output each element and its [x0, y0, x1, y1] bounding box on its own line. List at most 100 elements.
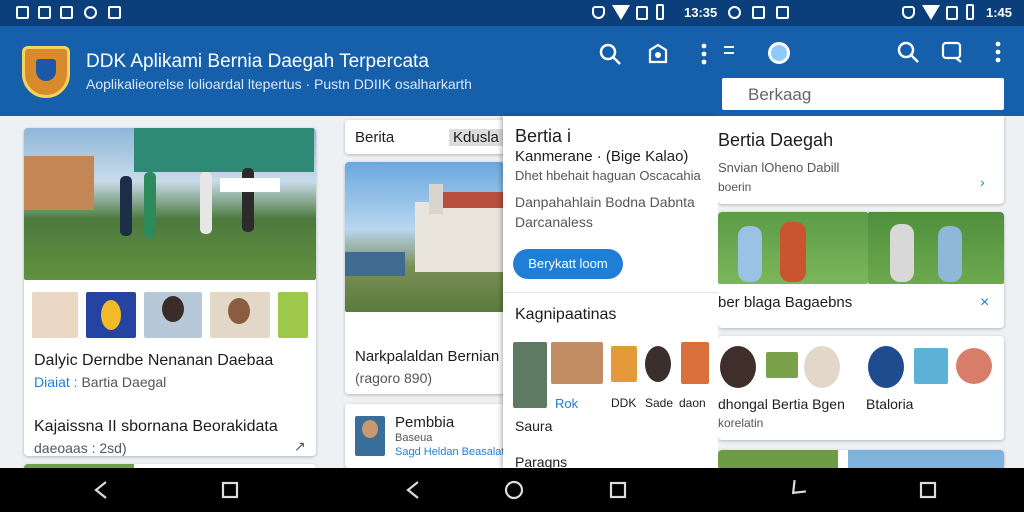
more-vertical-icon [701, 43, 707, 65]
menu-button[interactable] [718, 40, 746, 68]
news-card[interactable]: ber blaga Bagaebns × [718, 212, 1004, 328]
chat-button[interactable] [938, 40, 966, 68]
item-thumbnail[interactable] [513, 342, 547, 408]
news-title: Narkpalaldan Bernian [355, 348, 500, 365]
news-title: Btaloria [866, 396, 914, 412]
thumbnail[interactable] [144, 292, 202, 338]
news-photo [345, 162, 503, 312]
search-field[interactable]: Berkaag [722, 78, 1004, 110]
news-photo [868, 212, 1004, 284]
tab-kdusla[interactable]: Kdusla [449, 129, 503, 146]
menu-icon [724, 46, 734, 54]
news-title: Dalyic Derndbe Nenanan Daebaa [34, 352, 274, 369]
search-placeholder: Berkaag [748, 85, 812, 104]
news-sub: korelatin [718, 416, 764, 430]
news-sub: boerin [718, 180, 752, 194]
search-icon [599, 43, 621, 65]
search-icon [897, 41, 919, 63]
item-thumbnail[interactable] [681, 342, 709, 384]
camera-icon [752, 6, 765, 19]
news-title: Pembbia [395, 414, 455, 431]
drawer-subtitle: Kanmerane · (Bige Kalao) [515, 148, 689, 165]
record-icon [84, 6, 97, 19]
shield-icon [902, 6, 915, 19]
recents-icon[interactable] [918, 480, 938, 500]
tab-berita[interactable]: Berita [355, 129, 394, 146]
news-title: Bertia Daegah [718, 130, 834, 150]
panel-regional-news: Bertia Daegah Snvian lOheno Dabill boeri… [718, 116, 1024, 468]
item-label[interactable]: daon [679, 396, 706, 410]
news-card[interactable]: dhongal Bertia Bgen Btaloria korelatin [718, 336, 1004, 440]
avatar[interactable] [766, 352, 798, 378]
battery-icon [656, 4, 664, 20]
item-thumbnail[interactable] [645, 346, 671, 382]
news-card[interactable]: Narkpalaldan Bernian (ragoro 890) [345, 162, 503, 394]
avatar[interactable] [804, 346, 840, 388]
item-label[interactable]: Rok [555, 396, 578, 411]
primary-button[interactable]: Berykatt loom [513, 249, 623, 279]
search-button[interactable] [894, 40, 922, 68]
search-button[interactable] [596, 42, 624, 70]
thumbnail[interactable] [32, 292, 78, 338]
divider [503, 292, 718, 293]
news-card[interactable]: Pembbia Baseua Sagd Heldan Beasalata [345, 404, 503, 468]
wifi-icon [612, 5, 630, 20]
item-label[interactable]: Sade [645, 396, 673, 410]
thumbnail[interactable] [278, 292, 308, 338]
news-title: ber blaga Bagaebns [718, 294, 853, 311]
app-logo-icon [768, 42, 790, 64]
thumbnail[interactable] [86, 292, 136, 338]
back-icon[interactable] [786, 480, 806, 500]
clock: 1:45 [986, 5, 1013, 20]
drawer-footer: Saura [515, 418, 553, 434]
notification-icon [38, 6, 51, 19]
app-bar-secondary: Berkaag [718, 26, 1024, 116]
app-bar: DDK Aplikami Bernia Daegah Terpercata Ao… [0, 26, 718, 116]
drawer-line: Danpahahlain Bodna Dabnta [515, 194, 695, 210]
news-sub: Sagd Heldan Beasalata [395, 446, 503, 458]
more-options-button[interactable] [984, 40, 1012, 68]
avatar[interactable] [914, 348, 948, 384]
item-label[interactable]: DDK [611, 396, 636, 410]
chevron-right-icon[interactable]: › [980, 174, 985, 190]
drawer-footer: Paragns [515, 454, 568, 468]
avatar[interactable] [956, 348, 992, 384]
detail-drawer: Bertia i Kanmerane · (Bige Kalao) Dhet h… [503, 116, 718, 468]
panel-news-feed: Dalyic Derndbe Nenanan Daebaa Diaiat : B… [0, 116, 333, 468]
more-options-button[interactable] [690, 42, 718, 70]
wifi-icon [922, 5, 940, 20]
thumbnail-row [24, 280, 316, 346]
close-icon[interactable]: × [980, 294, 989, 312]
item-thumbnail[interactable] [551, 342, 603, 384]
notifications-button[interactable] [644, 42, 672, 70]
item-thumbnail[interactable] [611, 346, 637, 382]
news-title: dhongal Bertia Bgen [718, 396, 845, 412]
app-subtitle: Aoplikalieorelse lolioardal ltepertus · … [86, 76, 472, 92]
avatar[interactable] [720, 346, 756, 388]
drawer-line: Darcanaless [515, 214, 593, 230]
open-arrow-icon[interactable]: ↗ [294, 438, 306, 455]
back-icon[interactable] [92, 480, 112, 500]
shield-icon [592, 6, 605, 19]
news-sub: Snvian lOheno Dabill [718, 160, 840, 175]
recents-icon[interactable] [608, 480, 628, 500]
news-card[interactable]: Dalyic Derndbe Nenanan Daebaa Diaiat : B… [24, 128, 316, 456]
bell-icon [648, 43, 668, 64]
chat-icon [941, 41, 962, 63]
news-card[interactable]: Bertia Daegah Snvian lOheno Dabill boeri… [718, 116, 1004, 204]
clock: 13:35 [684, 5, 718, 20]
signal-icon [636, 6, 648, 20]
avatar[interactable] [868, 346, 904, 388]
status-bar: 13:35 1:45 [0, 0, 1024, 26]
back-icon[interactable] [404, 480, 424, 500]
drawer-line: Dhet hbehait haguan Oscacahia [515, 168, 701, 183]
tab-bar: Berita Kdusla [345, 120, 503, 154]
check-icon [108, 6, 121, 19]
news-photo [24, 128, 316, 280]
app-title: DDK Aplikami Bernia Daegah Terpercata [86, 51, 429, 72]
recents-icon[interactable] [220, 480, 240, 500]
news-card-next[interactable] [718, 450, 1004, 468]
home-icon[interactable] [504, 480, 524, 500]
thumbnail[interactable] [210, 292, 270, 338]
news-title: Kajaissna II sbornana Beorakidata [34, 418, 278, 435]
